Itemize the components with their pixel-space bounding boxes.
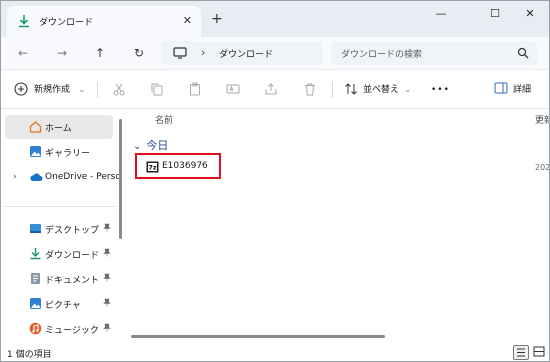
sidebar-item-label: OneDrive - Perso bbox=[45, 172, 121, 182]
document-icon bbox=[29, 272, 42, 285]
sidebar-item-home[interactable]: ホーム bbox=[5, 115, 113, 139]
computer-icon[interactable] bbox=[173, 47, 187, 62]
sort-icon[interactable] bbox=[343, 82, 359, 98]
collapse-chevron-icon[interactable]: ⌄ bbox=[133, 141, 141, 152]
sidebar-item-music[interactable]: ミュージック bbox=[5, 317, 113, 341]
more-options-button[interactable]: ••• bbox=[431, 81, 450, 99]
forward-button[interactable]: → bbox=[54, 45, 70, 61]
svg-text:7z: 7z bbox=[148, 164, 157, 172]
minimize-button[interactable]: — bbox=[431, 6, 451, 22]
pin-icon bbox=[103, 323, 111, 334]
group-header-today[interactable]: ⌄ 今日 bbox=[133, 137, 168, 153]
sidebar-item-label: ダウンロード bbox=[45, 251, 100, 261]
sidebar-item-label: ドキュメント bbox=[45, 276, 100, 286]
column-header-name[interactable]: 名前 bbox=[155, 113, 173, 126]
search-box[interactable]: ダウンロードの検索 bbox=[331, 41, 537, 65]
sidebar-item-desktop[interactable]: デスクトップ bbox=[5, 217, 113, 241]
tab-downloads[interactable]: ダウンロード ✕ bbox=[7, 6, 201, 37]
new-button[interactable]: 新規作成 bbox=[34, 81, 70, 99]
desktop-icon bbox=[29, 222, 42, 235]
pictures-icon bbox=[29, 297, 42, 310]
pin-icon bbox=[103, 298, 111, 309]
details-view-button[interactable] bbox=[513, 345, 529, 360]
command-bar: 新規作成 ⌄ 並べ替え ⌄ ••• 詳細 bbox=[1, 69, 549, 109]
file-list-pane: 名前 更新 ⌄ 今日 7z E1036976 202 bbox=[127, 109, 549, 343]
home-icon bbox=[29, 120, 42, 133]
paste-icon[interactable] bbox=[187, 82, 203, 98]
maximize-button[interactable]: ☐ bbox=[485, 6, 505, 22]
music-icon bbox=[29, 322, 42, 335]
horizontal-scrollbar[interactable] bbox=[131, 335, 385, 338]
expand-chevron-icon[interactable]: › bbox=[13, 172, 17, 182]
up-button[interactable]: ↑ bbox=[92, 45, 108, 61]
tiles-view-button[interactable] bbox=[532, 345, 548, 360]
search-icon bbox=[517, 47, 529, 62]
navigation-bar: ← → ↑ ↻ › ダウンロード ダウンロードの検索 bbox=[1, 37, 549, 69]
sidebar-scrollbar[interactable] bbox=[119, 119, 122, 239]
details-button[interactable]: 詳細 bbox=[513, 81, 531, 99]
toolbar-divider bbox=[97, 82, 98, 98]
7z-archive-icon: 7z bbox=[146, 161, 159, 176]
gallery-icon bbox=[29, 145, 42, 158]
navigation-pane: ホーム ギャラリー › OneDrive - Perso デスクトップ ダウンロ… bbox=[1, 109, 127, 343]
address-bar[interactable]: › ダウンロード bbox=[161, 41, 323, 65]
details-pane-icon[interactable] bbox=[493, 82, 509, 98]
delete-icon[interactable] bbox=[302, 82, 318, 98]
item-count: 1 個の項目 bbox=[7, 350, 52, 360]
sidebar-divider bbox=[5, 206, 115, 207]
pin-icon bbox=[103, 223, 111, 234]
breadcrumb-downloads[interactable]: ダウンロード bbox=[219, 47, 273, 60]
file-name: E1036976 bbox=[162, 161, 208, 171]
close-window-button[interactable]: ✕ bbox=[520, 6, 540, 22]
new-dropdown-icon[interactable]: ⌄ bbox=[78, 81, 86, 99]
file-date-modified: 202 bbox=[535, 163, 550, 172]
sidebar-item-label: ギャラリー bbox=[45, 149, 91, 159]
rename-icon[interactable] bbox=[225, 82, 241, 98]
download-icon bbox=[17, 14, 31, 28]
sidebar-item-label: ミュージック bbox=[45, 326, 99, 336]
share-icon[interactable] bbox=[263, 82, 279, 98]
pin-icon bbox=[103, 273, 111, 284]
new-tab-button[interactable]: + bbox=[211, 12, 223, 26]
status-bar: 1 個の項目 bbox=[1, 343, 549, 361]
title-bar: ダウンロード ✕ + — ☐ ✕ bbox=[1, 1, 549, 37]
sidebar-item-pictures[interactable]: ピクチャ bbox=[5, 292, 113, 316]
file-explorer-window: ダウンロード ✕ + — ☐ ✕ ← → ↑ ↻ › ダウンロード ダウンロード… bbox=[0, 0, 550, 362]
sidebar-item-label: デスクトップ bbox=[45, 226, 100, 236]
sidebar-item-label: ホーム bbox=[45, 124, 72, 134]
column-header-modified[interactable]: 更新 bbox=[535, 113, 549, 126]
sort-dropdown-icon[interactable]: ⌄ bbox=[404, 81, 412, 99]
download-icon bbox=[29, 247, 42, 260]
sidebar-item-onedrive[interactable]: › OneDrive - Perso bbox=[5, 166, 123, 190]
toolbar-divider bbox=[332, 82, 333, 98]
back-button[interactable]: ← bbox=[15, 45, 31, 61]
sidebar-item-documents[interactable]: ドキュメント bbox=[5, 267, 113, 291]
sidebar-item-gallery[interactable]: ギャラリー bbox=[5, 140, 113, 164]
pin-icon bbox=[103, 248, 111, 259]
sidebar-item-label: ピクチャ bbox=[45, 301, 81, 311]
new-plus-icon[interactable] bbox=[13, 82, 29, 98]
tab-close-icon[interactable]: ✕ bbox=[183, 14, 192, 28]
cut-icon[interactable] bbox=[111, 82, 127, 98]
sort-button[interactable]: 並べ替え bbox=[363, 81, 399, 99]
search-placeholder: ダウンロードの検索 bbox=[341, 50, 423, 60]
refresh-button[interactable]: ↻ bbox=[131, 45, 147, 61]
sidebar-item-downloads[interactable]: ダウンロード bbox=[5, 242, 113, 266]
tab-title: ダウンロード bbox=[39, 18, 94, 28]
group-label: 今日 bbox=[146, 139, 169, 152]
cloud-icon bbox=[29, 171, 43, 184]
copy-icon[interactable] bbox=[149, 82, 165, 98]
breadcrumb-separator[interactable]: › bbox=[201, 46, 205, 59]
file-row[interactable]: 7z E1036976 bbox=[135, 153, 221, 179]
